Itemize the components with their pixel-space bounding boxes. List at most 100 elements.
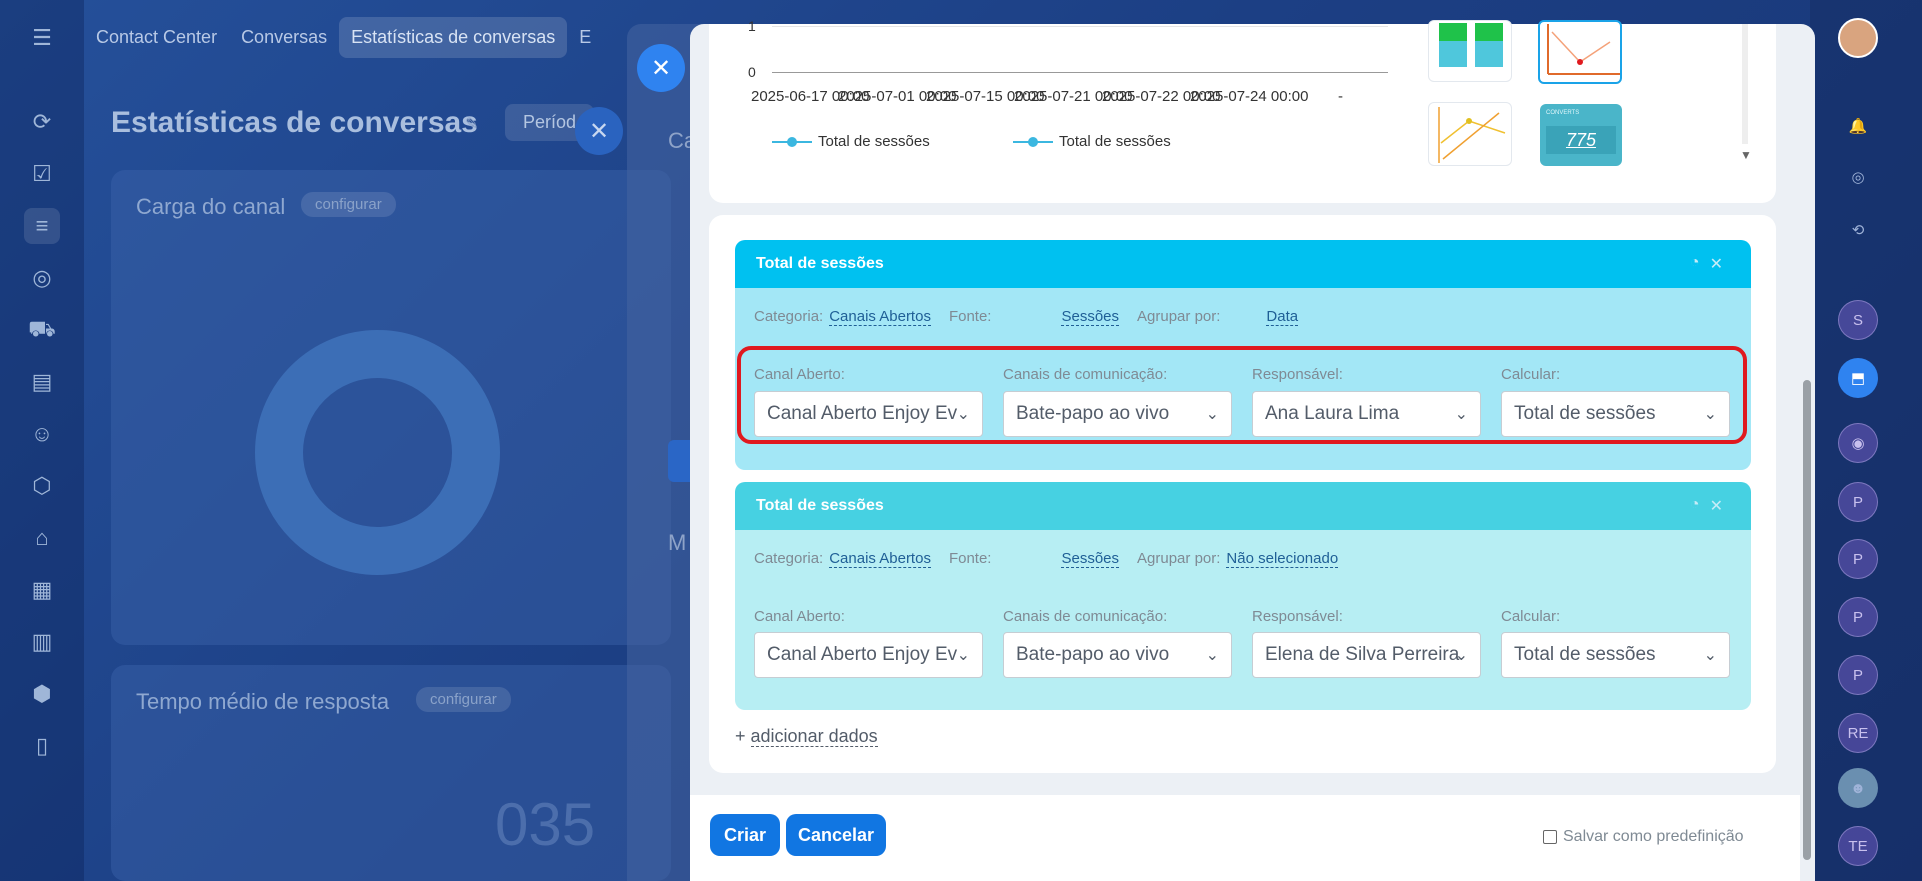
avatar[interactable]: P	[1838, 655, 1878, 695]
chevron-down-icon: ⌄	[1205, 647, 1219, 664]
highlight-frame	[737, 346, 1747, 444]
add-data-link[interactable]: adicionar dados	[750, 726, 878, 747]
avatar[interactable]: P	[1838, 597, 1878, 637]
grid-line	[772, 26, 1388, 27]
select-value: Elena de Silva Perreira	[1265, 644, 1460, 665]
dataset-block: Total de sessões ◔ ✕ Categoria: Canais A…	[735, 482, 1751, 710]
edit-color-icon[interactable]: ◔	[1690, 254, 1700, 274]
box-icon[interactable]: ⬡	[24, 468, 60, 504]
select-value: Bate-papo ao vivo	[1016, 644, 1170, 665]
dataset-header: Total de sessões ◔ ✕	[735, 482, 1751, 530]
checkbox[interactable]	[1543, 830, 1557, 844]
dataset-meta: Categoria: Canais Abertos Fonte: Sessões…	[754, 308, 1299, 326]
chevron-down-icon: ⌄	[1454, 647, 1468, 664]
tab-estatisticas[interactable]: Estatísticas de conversas	[339, 16, 568, 58]
avatar-image[interactable]: ☻	[1838, 768, 1878, 808]
agrupar-link[interactable]: Não selecionado	[1226, 550, 1339, 568]
tab-conversas[interactable]: Conversas	[229, 17, 339, 58]
agrupar-link[interactable]: Data	[1266, 308, 1299, 326]
bookmark-icon[interactable]: ⬒	[1838, 358, 1878, 398]
crm-icon[interactable]: ⟳	[24, 104, 60, 140]
x-axis	[772, 72, 1388, 73]
tasks-icon[interactable]: ☑	[24, 156, 60, 192]
remove-dataset-icon[interactable]: ✕	[1710, 254, 1723, 274]
chart-type-bar-thumbnail[interactable]	[1428, 20, 1512, 82]
responsavel-label: Responsável:	[1252, 608, 1343, 625]
bell-icon[interactable]: 🔔	[1838, 106, 1878, 146]
categoria-label: Categoria:	[754, 308, 824, 325]
categoria-link[interactable]: Canais Abertos	[829, 550, 931, 568]
categoria-link[interactable]: Canais Abertos	[829, 308, 931, 326]
responsavel-select[interactable]: Elena de Silva Perreira ⌄	[1252, 632, 1481, 678]
scatter-chart-icon	[1438, 107, 1506, 163]
card-icon[interactable]: ▤	[24, 364, 60, 400]
dataset-title: Total de sessões	[756, 255, 884, 272]
pin-icon[interactable]: ✎	[465, 114, 478, 134]
select-value: Total de sessões	[1514, 644, 1656, 665]
calendar-icon[interactable]: ▦	[24, 572, 60, 608]
left-sidebar: ☰ ⟳ ☑ ≡ ◎ ⛟ ▤ ☺ ⬡ ⌂ ▦ ▥ ⬢ ▯	[0, 0, 84, 881]
target-icon[interactable]: ◎	[24, 260, 60, 296]
scroll-thumb[interactable]	[1803, 380, 1811, 860]
y-tick: 1	[748, 18, 756, 34]
chat-icon[interactable]: ◉	[1838, 423, 1878, 463]
cart-icon[interactable]: ⛟	[24, 312, 60, 348]
menu-icon[interactable]: ☰	[24, 20, 60, 56]
panel-scrollbar[interactable]	[1800, 30, 1812, 875]
calcular-select[interactable]: Total de sessões ⌄	[1501, 632, 1730, 678]
fonte-link[interactable]: Sessões	[1061, 308, 1120, 326]
cancel-button[interactable]: Cancelar	[786, 814, 886, 856]
close-icon[interactable]: ✕	[575, 107, 623, 155]
user-avatar[interactable]	[1838, 18, 1878, 58]
avatar[interactable]: P	[1838, 539, 1878, 579]
legend-label: Total de sessões	[818, 133, 930, 150]
add-data-control[interactable]: + adicionar dados	[735, 726, 878, 747]
chart-type-line-thumbnail[interactable]	[1538, 20, 1622, 84]
x-tick: 2025-07-24 00:00	[1190, 88, 1309, 105]
widget-title: Carga do canal	[136, 194, 286, 219]
bar-chart-icon	[1439, 23, 1503, 67]
legend-marker	[1028, 137, 1038, 147]
canal-aberto-select[interactable]: Canal Aberto Enjoy Ev ⌄	[754, 632, 983, 678]
avatar[interactable]: RE	[1838, 713, 1878, 753]
canais-comunicacao-select[interactable]: Bate-papo ao vivo ⌄	[1003, 632, 1232, 678]
line-chart-icon	[1547, 24, 1620, 75]
warehouse-icon[interactable]: ⌂	[24, 520, 60, 556]
remove-dataset-icon[interactable]: ✕	[1710, 496, 1723, 516]
close-slider-icon[interactable]: ✕	[637, 44, 685, 92]
chevron-down-icon[interactable]: ▼	[1740, 148, 1752, 162]
edit-color-icon[interactable]: ◔	[1690, 496, 1700, 516]
save-preset-label: Salvar como predefinição	[1563, 828, 1744, 845]
x-tick: -	[1338, 88, 1343, 105]
widget-title: Tempo médio de resposta	[136, 689, 390, 714]
dataset-title: Total de sessões	[756, 497, 884, 514]
robot-icon[interactable]: ☺	[24, 416, 60, 452]
categoria-label: Categoria:	[754, 550, 824, 567]
slider-text: M	[668, 530, 687, 555]
widget-value: 035	[495, 791, 596, 858]
funnel-icon[interactable]: ≡	[24, 208, 60, 244]
tab-more[interactable]: E	[567, 17, 603, 58]
legend-marker	[787, 137, 797, 147]
shield-icon[interactable]: ⬢	[24, 676, 60, 712]
dataset-body: Categoria: Canais Abertos Fonte: Sessões…	[735, 530, 1751, 710]
calcular-label: Calcular:	[1501, 608, 1561, 625]
thumbnails-scrollbar[interactable]	[1742, 24, 1748, 144]
save-preset-checkbox[interactable]: Salvar como predefinição	[1543, 828, 1744, 846]
chart-type-scatter-thumbnail[interactable]	[1428, 102, 1512, 166]
copilot-icon[interactable]: ◎	[1838, 157, 1878, 197]
fonte-label: Fonte:	[948, 308, 992, 325]
create-button[interactable]: Criar	[710, 814, 780, 856]
analytics-icon[interactable]: ▥	[24, 624, 60, 660]
avatar[interactable]: S	[1838, 300, 1878, 340]
tab-contact-center[interactable]: Contact Center	[84, 17, 229, 58]
chart-type-counter-thumbnail[interactable]: CONVERTS 775	[1540, 104, 1622, 166]
avatar[interactable]: P	[1838, 482, 1878, 522]
configure-button[interactable]: configurar	[301, 192, 396, 217]
configure-button[interactable]: configurar	[416, 687, 511, 712]
sync-icon[interactable]: ⟲	[1838, 210, 1878, 250]
agrupar-label: Agrupar por:	[1137, 550, 1221, 567]
avatar[interactable]: TE	[1838, 826, 1878, 866]
document-icon[interactable]: ▯	[24, 728, 60, 764]
fonte-link[interactable]: Sessões	[1061, 550, 1120, 568]
